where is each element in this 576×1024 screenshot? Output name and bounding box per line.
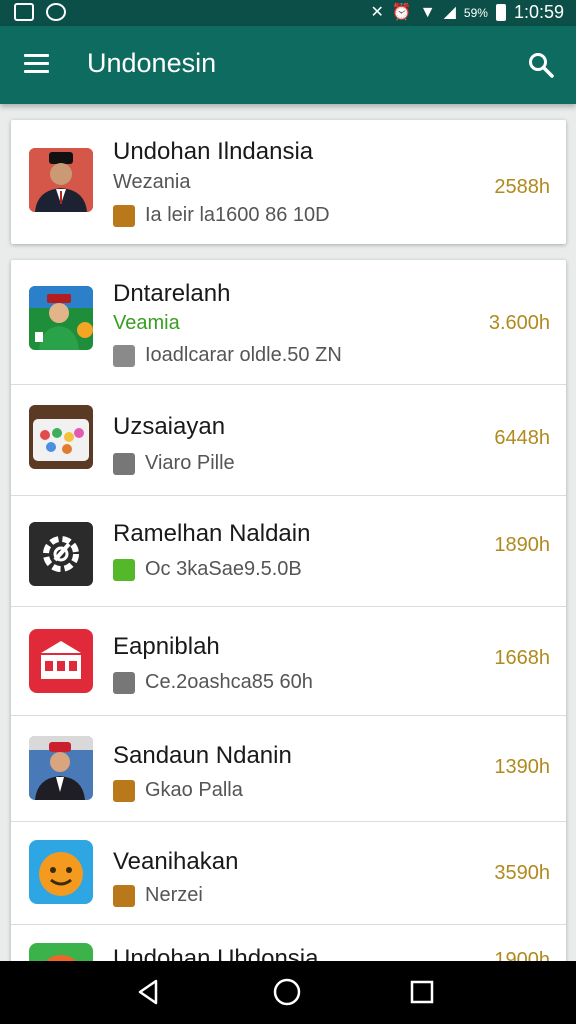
file-icon <box>113 452 135 475</box>
app-size: 1668h <box>494 647 550 669</box>
app-size: 6448h <box>494 427 550 449</box>
home-button[interactable] <box>270 975 304 1009</box>
app-meta: Nerzei <box>113 884 203 907</box>
app-name: Sandaun Ndanin <box>113 742 292 769</box>
signal-icon: ◢ <box>443 3 456 21</box>
list-item[interactable]: Ramelhan Naldain Oc 3kaSae9.5.0B 1890h <box>11 496 566 606</box>
status-time: 1:0:59 <box>513 2 564 22</box>
app-size: 1390h <box>494 756 550 778</box>
hamburger-menu-icon[interactable] <box>24 54 49 74</box>
list-item[interactable]: Veanihakan Nerzei 3590h <box>11 822 566 924</box>
file-icon <box>113 671 135 694</box>
list-item[interactable]: Uzsaiayan Viaro Pille 6448h <box>11 385 566 495</box>
featured-thumb <box>29 148 93 212</box>
app-name: Eapniblah <box>113 633 220 660</box>
people-green-thumb <box>29 286 93 350</box>
featured-app-subtitle: Wezania <box>113 171 191 193</box>
folder-icon <box>113 884 135 907</box>
folder-icon <box>113 204 135 227</box>
featured-app-name: Undohan Ilndansia <box>113 138 314 165</box>
list-item[interactable]: Eapniblah Ce.2oashca85 60h 1668h <box>11 607 566 715</box>
battery-percent: 59% <box>463 5 488 20</box>
app-meta-text: Viaro Pille <box>145 452 235 474</box>
app-meta: Viaro Pille <box>113 452 235 475</box>
red-store-thumb <box>29 629 93 693</box>
app-meta-text: Nerzei <box>145 884 203 906</box>
app-list: Dntarelanh Veamia Ioadlcarar oldle.50 ZN… <box>11 260 566 970</box>
person-portrait-icon <box>29 148 93 212</box>
page-title: Undonesin <box>87 48 217 78</box>
featured-meta-text: Ia leir la1600 86 10D <box>145 204 330 226</box>
app-subtitle: Veamia <box>113 312 180 334</box>
recents-button[interactable] <box>405 975 439 1009</box>
status-bar: ✕ ⏰ ▼ ◢ 59% 1:0:59 <box>0 0 576 26</box>
back-button[interactable] <box>132 975 166 1009</box>
featured-app-size: 2588h <box>494 176 550 198</box>
app-meta-text: Oc 3kaSae9.5.0B <box>145 558 302 580</box>
app-bar: Undonesin <box>0 26 576 104</box>
wifi-icon: ▼ <box>419 3 436 21</box>
list-item[interactable]: Sandaun Ndanin Gkao Palla 1390h <box>11 716 566 821</box>
food-tray-thumb <box>29 405 93 469</box>
mute-icon: ✕ <box>370 3 384 21</box>
gallery-icon <box>14 3 34 21</box>
app-name: Uzsaiayan <box>113 413 226 440</box>
featured-app-meta: Ia leir la1600 86 10D <box>113 204 330 227</box>
app-name: Ramelhan Naldain <box>113 520 311 547</box>
app-name: Dntarelanh <box>113 280 231 307</box>
app-meta-text: Ce.2oashca85 60h <box>145 671 313 693</box>
featured-app-card[interactable]: Undohan Ilndansia Wezania Ia leir la1600… <box>11 120 566 244</box>
navigation-bar <box>0 961 576 1024</box>
app-size: 3590h <box>494 862 550 884</box>
app-size: 1890h <box>494 534 550 556</box>
alarm-icon: ⏰ <box>391 3 412 21</box>
file-icon <box>113 344 135 367</box>
whatsapp-icon <box>46 3 66 21</box>
emoji-face-thumb <box>29 840 93 904</box>
folder-icon <box>113 779 135 802</box>
app-meta: Ioadlcarar oldle.50 ZN <box>113 344 342 367</box>
app-meta-text: Gkao Palla <box>145 779 243 801</box>
search-icon[interactable] <box>528 52 554 78</box>
app-name: Veanihakan <box>113 848 239 875</box>
app-meta: Oc 3kaSae9.5.0B <box>113 558 302 581</box>
list-item[interactable]: Dntarelanh Veamia Ioadlcarar oldle.50 ZN… <box>11 260 566 384</box>
app-meta: Gkao Palla <box>113 779 243 802</box>
person-thumb <box>29 736 93 800</box>
app-size: 3.600h <box>488 312 550 334</box>
app-meta: Ce.2oashca85 60h <box>113 671 313 694</box>
app-meta-text: Ioadlcarar oldle.50 ZN <box>145 344 342 366</box>
gear-dark-thumb <box>29 522 93 586</box>
battery-icon <box>495 4 506 21</box>
file-icon <box>113 558 135 581</box>
